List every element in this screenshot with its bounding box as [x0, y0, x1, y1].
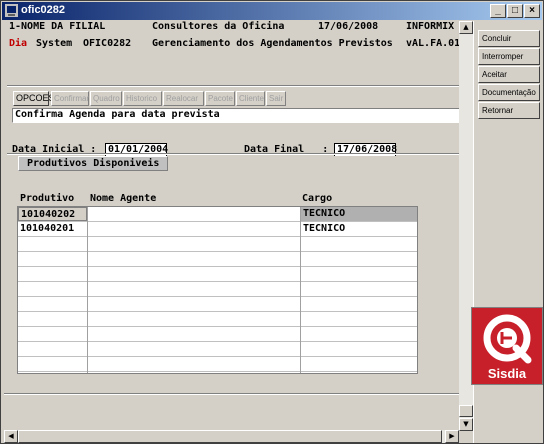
- scroll-right-icon[interactable]: ▶: [445, 430, 459, 443]
- option-historico[interactable]: Historico: [123, 91, 162, 106]
- column-header-produtivo: Produtivo: [20, 193, 75, 204]
- horizontal-scrollbar[interactable]: ◀ ▶: [4, 430, 459, 443]
- option-quadro[interactable]: Quadro: [90, 91, 122, 106]
- scroll-up-icon[interactable]: ▲: [459, 21, 473, 34]
- table-row[interactable]: [18, 252, 417, 267]
- close-button[interactable]: ×: [524, 4, 540, 18]
- option-realocar[interactable]: Realocar: [163, 91, 204, 106]
- scroll-left-icon[interactable]: ◀: [4, 430, 18, 443]
- table-row[interactable]: [18, 327, 417, 342]
- table-row[interactable]: 101040201 TECNICO: [18, 222, 417, 237]
- options-label: OPCOES: [13, 91, 55, 106]
- column-divider: [87, 207, 88, 373]
- table-row[interactable]: [18, 267, 417, 282]
- cell-cargo: TECNICO: [303, 223, 346, 234]
- option-confirmar[interactable]: Confirmar: [51, 91, 89, 106]
- column-header-cargo: Cargo: [302, 193, 333, 204]
- aceitar-button[interactable]: Aceitar: [478, 66, 540, 83]
- company-name: Consultores da Oficina: [152, 21, 285, 32]
- cell-cargo: TECNICO: [303, 208, 346, 219]
- option-pacote[interactable]: Pacote: [205, 91, 235, 106]
- filial-name: 1-NOME DA FILIAL: [9, 21, 106, 32]
- brand-system: System: [30, 38, 73, 49]
- table-row[interactable]: 101040202 TECNICO: [18, 207, 417, 222]
- filters-divider: [7, 153, 469, 155]
- message-line: Confirma Agenda para data prevista: [12, 108, 470, 123]
- scroll-down-icon[interactable]: ▼: [459, 418, 473, 431]
- produtivos-table: 101040202 TECNICO 101040201 TECNICO: [17, 206, 418, 374]
- maximize-button[interactable]: □: [507, 4, 523, 18]
- sisdia-logo-icon: [483, 314, 532, 364]
- cell-nome: [88, 207, 300, 221]
- bottom-divider: [4, 393, 459, 395]
- window-title: ofic0282: [21, 4, 66, 16]
- cell-produtivo: 101040202: [18, 207, 87, 221]
- program-version: vAL.FA.01: [406, 38, 461, 49]
- header-date: 17/06/2008: [318, 21, 379, 32]
- table-row[interactable]: [18, 297, 417, 312]
- main-window: ofic0282 _ □ × 1-NOME DA FILIAL Consulto…: [0, 0, 544, 444]
- program-subtitle: Gerenciamento dos Agendamentos Previstos: [152, 38, 393, 49]
- brand-dia: Dia: [9, 38, 28, 49]
- divider: [7, 85, 467, 87]
- scroll-thumb[interactable]: [459, 405, 473, 417]
- minimize-button[interactable]: _: [490, 4, 506, 18]
- program-header: 1-NOME DA FILIAL Consultores da Oficina …: [9, 21, 467, 65]
- table-row[interactable]: [18, 342, 417, 357]
- program-code: OFIC0282: [83, 38, 132, 49]
- cell-nome: [88, 222, 300, 236]
- panel-title: Produtivos Disponiveis: [18, 156, 169, 171]
- cell-produtivo: 101040201: [20, 223, 75, 234]
- retornar-button[interactable]: Retornar: [478, 102, 540, 119]
- option-sair[interactable]: Sair: [266, 91, 286, 106]
- documentacao-button[interactable]: Documentação: [478, 84, 540, 101]
- table-row[interactable]: [18, 357, 417, 372]
- sisdia-logo: Sisdia: [471, 307, 543, 385]
- horizontal-scroll-thumb[interactable]: [18, 430, 442, 443]
- title-bar[interactable]: ofic0282 _ □ ×: [2, 2, 542, 20]
- column-divider: [300, 207, 301, 373]
- option-cliente[interactable]: Cliente: [236, 91, 265, 106]
- concluir-button[interactable]: Concluir: [478, 30, 540, 47]
- app-icon: [5, 4, 18, 17]
- database-name: INFORMIX: [406, 21, 455, 32]
- table-row[interactable]: [18, 282, 417, 297]
- table-row[interactable]: [18, 312, 417, 327]
- interromper-button[interactable]: Interromper: [478, 48, 540, 65]
- table-row[interactable]: [18, 237, 417, 252]
- column-header-nome-agente: Nome Agente: [90, 193, 157, 204]
- logo-text: Sisdia: [487, 366, 527, 381]
